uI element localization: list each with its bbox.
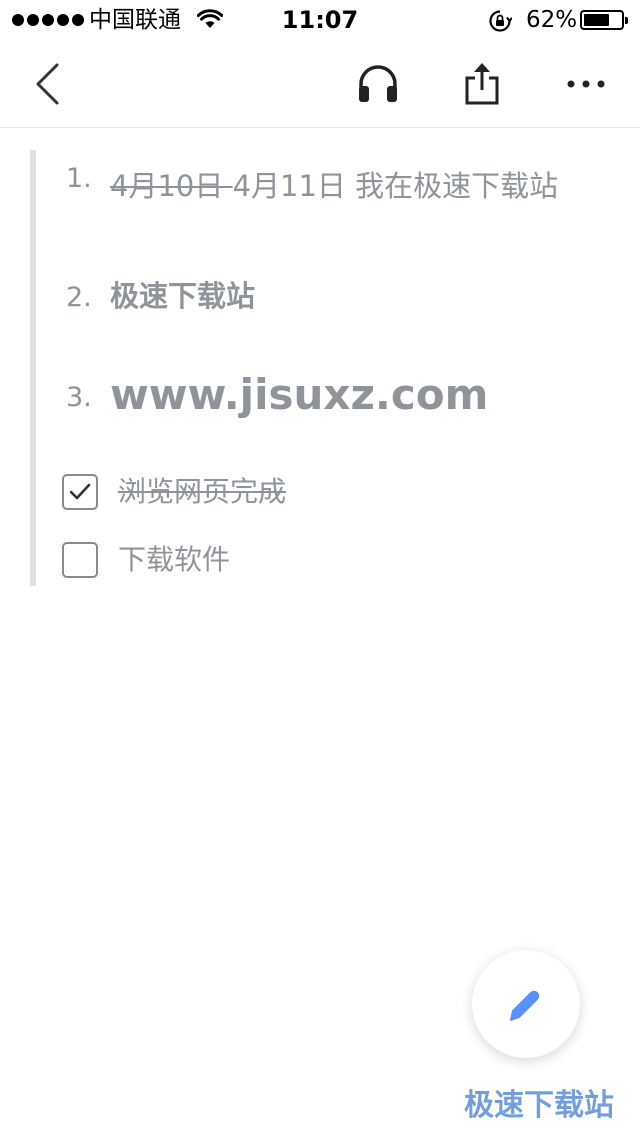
toolbar [0, 40, 640, 128]
battery-percent: 62% [526, 7, 578, 33]
share-button[interactable] [456, 40, 508, 128]
todo-checkbox-checked[interactable] [62, 474, 98, 510]
list-number: 3. [66, 382, 92, 413]
todo-item: 浏览网页完成 [62, 472, 286, 512]
struck-text: 4月10日 [110, 169, 233, 203]
list-number: 1. [66, 163, 92, 194]
battery-icon [580, 10, 628, 30]
watermark-text: 极速下载站 [464, 1088, 614, 1123]
todo-label: 下载软件 [118, 543, 231, 576]
list-item-label: 4月11日 我在极速下载站 [232, 169, 559, 203]
list-number: 2. [66, 282, 92, 313]
checkmark-icon [69, 483, 91, 500]
audio-button[interactable] [350, 40, 406, 128]
list-item-label: 极速下载站 [110, 279, 256, 313]
note-blockquote[interactable]: 1. 4月10日 4月11日 我在极速下载站 2. 极速下载站 3. www.j… [30, 150, 620, 586]
edit-fab-button[interactable] [472, 950, 580, 1058]
list-item-label: www.jisuxz.com [110, 370, 489, 419]
more-dots-icon [567, 80, 605, 88]
headphones-icon [359, 65, 397, 102]
todo-label: 浏览网页完成 [118, 475, 287, 508]
todo-item: 下载软件 [62, 540, 230, 580]
share-icon [465, 63, 499, 105]
pencil-icon [510, 990, 540, 1021]
status-bar: 中国联通 11:07 62% [0, 0, 640, 40]
orientation-lock-icon [488, 9, 513, 37]
list-item-text: 4月10日 4月11日 我在极速下载站 [110, 162, 610, 210]
more-button[interactable] [556, 40, 616, 128]
chevron-left-icon [36, 63, 59, 105]
todo-checkbox[interactable] [62, 542, 98, 578]
back-button[interactable] [22, 40, 72, 128]
